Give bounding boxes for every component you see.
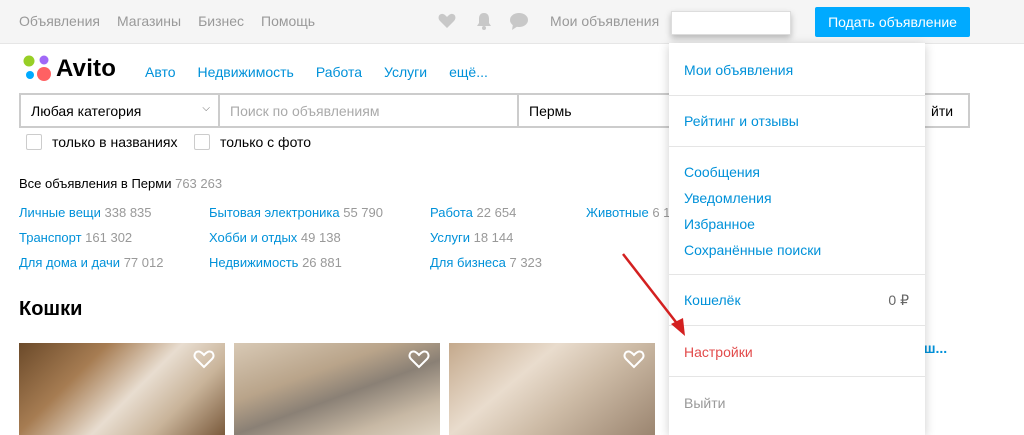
top-link-ads[interactable]: Объявления <box>19 13 100 29</box>
nav-auto[interactable]: Авто <box>145 64 176 80</box>
nav-more[interactable]: ещё... <box>449 64 488 80</box>
category-label: Бытовая электроника <box>209 205 340 220</box>
with-photo-filter[interactable]: только с фото <box>194 134 311 150</box>
with-photo-label: только с фото <box>220 134 312 150</box>
post-ad-button[interactable]: Подать объявление <box>815 7 970 37</box>
category-label: Услуги <box>430 230 470 245</box>
menu-divider <box>669 146 925 147</box>
category-label: Хобби и отдых <box>209 230 298 245</box>
category-count: 6 1 <box>652 205 671 220</box>
wallet-amount: 0 ₽ <box>888 292 909 308</box>
top-link-shops[interactable]: Магазины <box>117 13 181 29</box>
find-button[interactable]: йти <box>931 103 953 119</box>
category-link-animals[interactable]: Животные 6 1 <box>586 205 670 220</box>
heart-icon[interactable] <box>437 11 457 31</box>
my-ads-link[interactable]: Мои объявления <box>550 13 659 29</box>
menu-item-wallet[interactable]: Кошелёк <box>684 292 741 308</box>
menu-divider <box>669 376 925 377</box>
category-link-realty[interactable]: Недвижимость 26 881 <box>209 255 342 270</box>
cat-photo-2[interactable] <box>234 343 440 435</box>
all-ads-label: Все объявления в Перми <box>19 176 172 191</box>
category-link-transport[interactable]: Транспорт 161 302 <box>19 230 132 245</box>
category-count: 22 654 <box>476 205 517 220</box>
category-count: 7 323 <box>509 255 543 270</box>
category-label: Работа <box>430 205 473 220</box>
category-label: Для бизнеса <box>430 255 506 270</box>
category-label: Для дома и дачи <box>19 255 121 270</box>
category-link-business[interactable]: Для бизнеса 7 323 <box>430 255 542 270</box>
category-count: 77 012 <box>123 255 164 270</box>
category-select[interactable]: Любая категория ⌵ <box>21 95 220 126</box>
username-field[interactable] <box>671 11 791 35</box>
category-link-services[interactable]: Услуги 18 144 <box>430 230 513 245</box>
menu-item-messages[interactable]: Сообщения <box>684 164 760 180</box>
menu-item-rating[interactable]: Рейтинг и отзывы <box>684 113 799 129</box>
category-link-electronics[interactable]: Бытовая электроника 55 790 <box>209 205 383 220</box>
with-photo-checkbox[interactable] <box>194 134 210 150</box>
search-input[interactable] <box>220 95 519 126</box>
section-title: Кошки <box>19 298 83 320</box>
category-count: 26 881 <box>302 255 342 270</box>
category-link-home[interactable]: Для дома и дачи 77 012 <box>19 255 163 270</box>
bell-icon[interactable] <box>474 11 494 31</box>
menu-divider <box>669 274 925 275</box>
all-ads-count: Все объявления в Перми 763 263 <box>19 176 222 191</box>
menu-item-my-ads[interactable]: Мои объявления <box>684 62 793 78</box>
category-label: Недвижимость <box>209 255 299 270</box>
menu-divider <box>669 325 925 326</box>
names-only-checkbox[interactable] <box>26 134 42 150</box>
chevron-down-icon: ⌵ <box>202 103 210 114</box>
category-count: 18 144 <box>473 230 514 245</box>
category-label: Животные <box>586 205 649 220</box>
category-count: 55 790 <box>343 205 383 220</box>
menu-item-notifications[interactable]: Уведомления <box>684 190 772 206</box>
menu-item-favorites[interactable]: Избранное <box>684 216 755 232</box>
nav-services[interactable]: Услуги <box>384 64 427 80</box>
nav-jobs[interactable]: Работа <box>316 64 362 80</box>
top-bar: Объявления Магазины Бизнес Помощь Мои об… <box>0 0 1024 44</box>
heart-icon[interactable] <box>193 349 215 369</box>
category-count: 49 138 <box>300 230 341 245</box>
category-count: 161 302 <box>85 230 133 245</box>
chat-icon[interactable] <box>509 11 529 31</box>
names-only-filter[interactable]: только в названиях <box>26 134 177 150</box>
category-select-value: Любая категория <box>31 103 142 119</box>
city-field[interactable]: Пермь <box>529 103 572 119</box>
category-link-personal[interactable]: Личные вещи 338 835 <box>19 205 152 220</box>
top-link-business[interactable]: Бизнес <box>198 13 244 29</box>
logo-text[interactable]: Avito <box>56 55 116 83</box>
menu-item-saved-searches[interactable]: Сохранённые поиски <box>684 242 821 258</box>
menu-item-settings[interactable]: Настройки <box>684 344 753 360</box>
category-count: 338 835 <box>104 205 152 220</box>
heart-icon[interactable] <box>408 349 430 369</box>
category-label: Транспорт <box>19 230 82 245</box>
cat-photo-3[interactable] <box>449 343 655 435</box>
top-links: Объявления Магазины Бизнес Помощь <box>19 13 315 29</box>
category-link-hobby[interactable]: Хобби и отдых 49 138 <box>209 230 341 245</box>
category-nav: Авто Недвижимость Работа Услуги ещё... <box>145 64 510 80</box>
category-label: Личные вещи <box>19 205 101 220</box>
user-dropdown-menu: Мои объявления Рейтинг и отзывы Сообщени… <box>669 43 925 435</box>
cat-photo-1[interactable] <box>19 343 225 435</box>
heart-icon[interactable] <box>623 349 645 369</box>
category-link-jobs[interactable]: Работа 22 654 <box>430 205 516 220</box>
nav-realty[interactable]: Недвижимость <box>198 64 294 80</box>
menu-item-logout[interactable]: Выйти <box>684 395 725 411</box>
menu-divider <box>669 95 925 96</box>
all-ads-number: 763 263 <box>175 176 223 191</box>
names-only-label: только в названиях <box>52 134 178 150</box>
top-link-help[interactable]: Помощь <box>261 13 315 29</box>
